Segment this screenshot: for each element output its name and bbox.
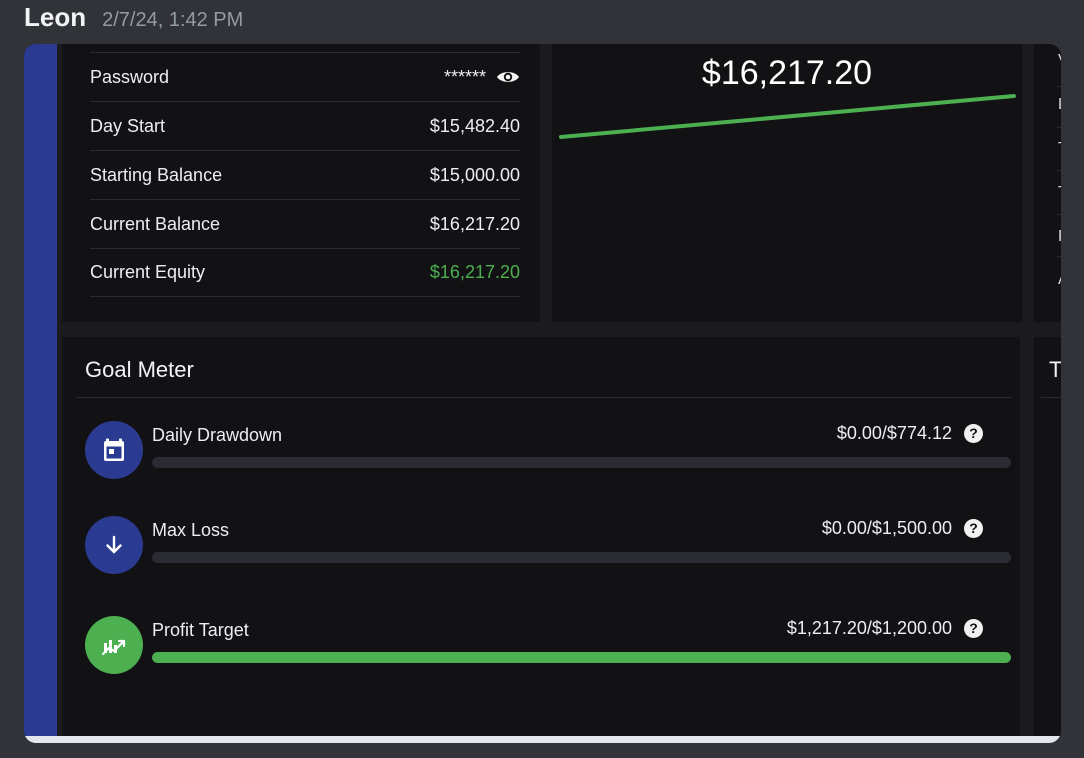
calendar-icon	[85, 421, 143, 479]
help-icon[interactable]: ?	[964, 519, 983, 538]
stat-letter: V	[1058, 52, 1061, 70]
stat-letter: P	[1058, 228, 1061, 246]
stat-divider	[1057, 170, 1061, 171]
starting-balance-value: $15,000.00	[429, 164, 520, 185]
day-start-row: Day Start $15,482.40	[90, 101, 520, 150]
stat-divider	[1057, 86, 1061, 87]
current-balance-label: Current Balance	[90, 213, 221, 234]
password-value: ******	[443, 66, 486, 87]
password-label: Password	[90, 66, 170, 87]
message-header: Leon 2/7/24, 1:42 PM	[24, 2, 243, 38]
sidebar-stripe	[24, 44, 57, 743]
day-start-value: $15,482.40	[429, 115, 520, 136]
stat-divider	[1057, 256, 1061, 257]
balance-chart-card: $16,217.20	[552, 44, 1022, 322]
stat-letter: T	[1058, 184, 1061, 202]
daily-drawdown-item: Daily Drawdown $0.00/$774.12 ?	[85, 421, 1015, 485]
help-icon[interactable]: ?	[964, 619, 983, 638]
help-icon[interactable]: ?	[964, 424, 983, 443]
profit-target-label: Profit Target	[152, 620, 249, 640]
profit-target-value: $1,217.20/$1,200.00	[786, 618, 952, 638]
current-equity-row: Current Equity $16,217.20	[90, 248, 520, 297]
secondary-card-partial: T	[1034, 337, 1061, 743]
secondary-card-title: T	[1049, 357, 1061, 382]
stats-card-partial: V L T T P A	[1034, 44, 1061, 322]
stat-divider	[1057, 214, 1061, 215]
profit-target-progress	[152, 652, 1011, 663]
goal-meter-card: Goal Meter Daily Drawdown $0.00/$774.12 …	[62, 337, 1020, 743]
attachment-bottom-edge	[24, 736, 1061, 743]
current-equity-label: Current Equity	[90, 262, 206, 282]
starting-balance-row: Starting Balance $15,000.00	[90, 150, 520, 199]
current-balance-row: Current Balance $16,217.20	[90, 199, 520, 248]
daily-drawdown-value: $0.00/$774.12	[836, 423, 952, 443]
daily-drawdown-label: Daily Drawdown	[152, 425, 283, 445]
daily-drawdown-progress	[152, 457, 1011, 468]
max-loss-item: Max Loss $0.00/$1,500.00 ?	[85, 516, 1015, 580]
message-author[interactable]: Leon	[24, 2, 86, 33]
dashboard-area: Password ****** Day Start $15,482.40 Sta…	[57, 44, 1061, 743]
balance-amount: $16,217.20	[701, 54, 873, 92]
password-row: Password ******	[90, 52, 520, 101]
balance-trend-line	[559, 94, 1016, 139]
max-loss-label: Max Loss	[152, 520, 230, 540]
stat-divider	[1057, 127, 1061, 128]
chart-up-icon	[85, 616, 143, 674]
max-loss-progress	[152, 552, 1011, 563]
secondary-card-divider	[1041, 397, 1061, 398]
stat-letter: T	[1058, 140, 1061, 158]
current-balance-value: $16,217.20	[429, 213, 520, 234]
profit-target-item: Profit Target $1,217.20/$1,200.00 ?	[85, 616, 1015, 680]
day-start-label: Day Start	[90, 115, 166, 136]
max-loss-value: $0.00/$1,500.00	[821, 518, 952, 538]
starting-balance-label: Starting Balance	[90, 164, 223, 185]
goal-meter-divider	[76, 397, 1012, 398]
stat-letter: L	[1058, 96, 1061, 114]
goal-meter-title: Goal Meter	[85, 357, 194, 382]
eye-icon[interactable]	[496, 69, 520, 85]
image-attachment[interactable]: Password ****** Day Start $15,482.40 Sta…	[24, 44, 1061, 743]
message-timestamp: 2/7/24, 1:42 PM	[102, 9, 244, 31]
account-details-card: Password ****** Day Start $15,482.40 Sta…	[62, 44, 540, 322]
stat-letter: A	[1058, 271, 1061, 289]
profit-target-progress-fill	[152, 652, 1011, 663]
arrow-down-icon	[85, 516, 143, 574]
current-equity-value: $16,217.20	[429, 262, 520, 282]
